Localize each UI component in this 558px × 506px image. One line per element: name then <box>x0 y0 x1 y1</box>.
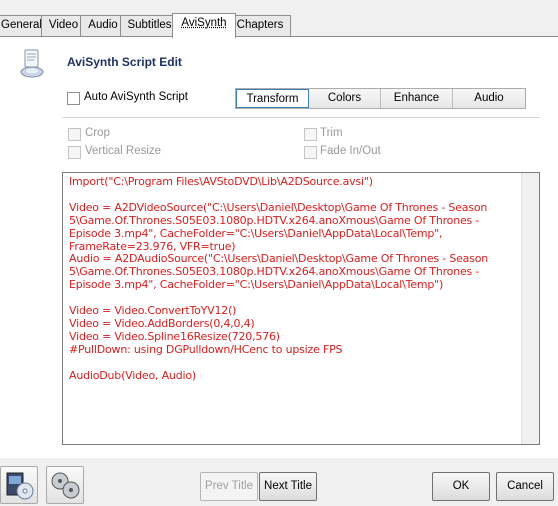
tab-chapters[interactable]: Chapters <box>229 15 291 37</box>
vertical-resize-checkbox[interactable] <box>68 146 81 159</box>
transform-button[interactable]: Transform <box>236 89 309 108</box>
film-reels-icon <box>51 472 80 499</box>
prev-title-button[interactable]: Prev Title <box>200 472 258 501</box>
divider <box>62 117 540 118</box>
trim-checkbox[interactable] <box>304 128 317 141</box>
ok-button[interactable]: OK <box>432 472 490 501</box>
dvd-video-button[interactable] <box>0 466 38 504</box>
crop-checkbox[interactable] <box>68 128 81 141</box>
auto-avisynth-checkbox[interactable] <box>67 92 80 105</box>
tab-avisynth-label: AviSynth <box>181 17 227 29</box>
film-reels-button[interactable] <box>46 466 84 504</box>
script-text[interactable]: Import("C:\Program Files\AVStoDVD\Lib\A2… <box>69 175 493 383</box>
tab-chapters-label: Chapters <box>236 19 284 31</box>
vertical-resize-label: Vertical Resize <box>85 145 162 157</box>
tab-general[interactable]: General <box>0 15 47 37</box>
tab-audio-label: Audio <box>88 19 118 31</box>
filter-category-group: Transform Colors Enhance Audio <box>235 88 526 109</box>
trim-label: Trim <box>320 127 343 139</box>
tab-general-label: General <box>1 19 42 31</box>
crop-label: Crop <box>85 127 110 139</box>
script-icon <box>17 48 47 80</box>
next-title-button[interactable]: Next Title <box>259 472 317 501</box>
fade-checkbox[interactable] <box>304 146 317 159</box>
section-title: AviSynth Script Edit <box>67 55 182 69</box>
cancel-button[interactable]: Cancel <box>496 472 554 501</box>
tab-subtitles-label: Subtitles <box>127 19 172 31</box>
script-scrollbar[interactable] <box>521 173 539 444</box>
colors-button[interactable]: Colors <box>309 89 381 108</box>
script-editor[interactable]: Import("C:\Program Files\AVStoDVD\Lib\A2… <box>62 172 540 445</box>
dvd-film-icon <box>6 472 34 500</box>
auto-avisynth-label: Auto AviSynth Script <box>84 91 188 103</box>
enhance-button[interactable]: Enhance <box>381 89 453 108</box>
audio-button[interactable]: Audio <box>453 89 525 108</box>
tab-avisynth[interactable]: AviSynth <box>172 13 236 38</box>
tab-video-label: Video <box>48 19 79 31</box>
tab-subtitles[interactable]: Subtitles <box>120 15 179 37</box>
fade-label: Fade In/Out <box>320 145 381 157</box>
